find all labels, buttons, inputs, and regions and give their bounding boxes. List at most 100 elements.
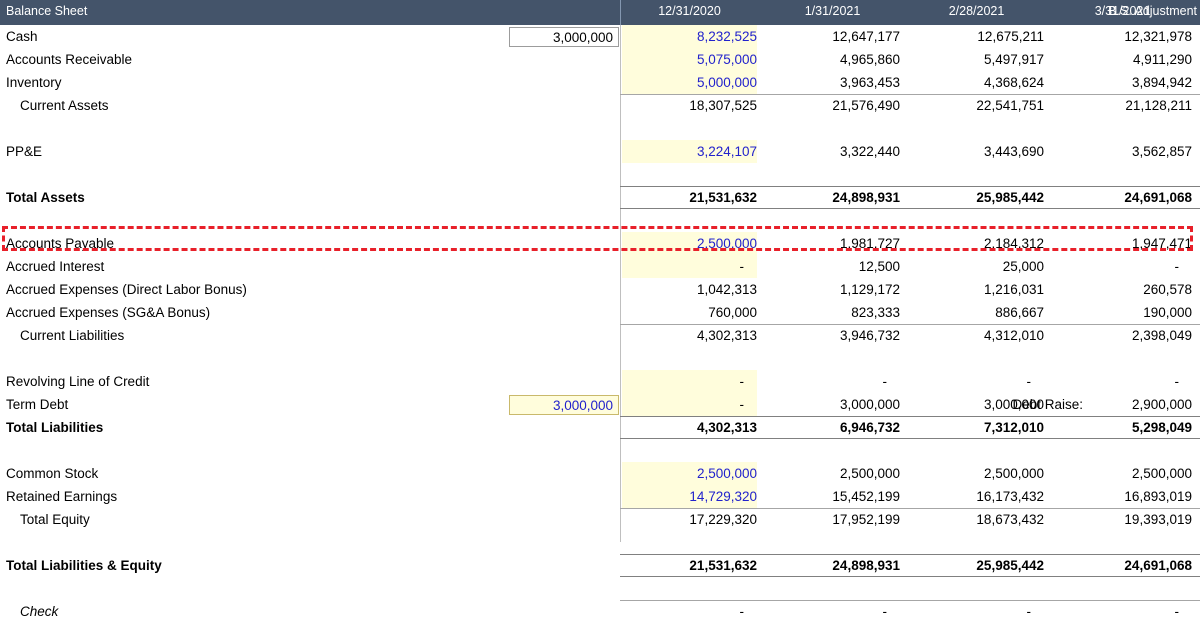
debt-raise-input[interactable]: 3,000,000: [509, 395, 619, 415]
cell-value[interactable]: 18,307,525: [689, 98, 757, 113]
cell-value[interactable]: -: [1175, 259, 1180, 274]
cell-value[interactable]: 21,531,632: [689, 558, 757, 573]
cell-value[interactable]: 260,578: [1143, 282, 1192, 297]
table-row: Inventory 5,000,000 3,963,453 4,368,624 3,89…: [0, 71, 1200, 94]
cell-value[interactable]: 4,302,313: [697, 420, 757, 435]
cell-value[interactable]: 5,497,917: [984, 52, 1044, 67]
row-label: PP&E: [6, 144, 42, 159]
cell-value[interactable]: 12,675,211: [977, 29, 1044, 44]
row-label: Inventory: [6, 75, 62, 90]
cell-value[interactable]: 19,393,019: [1124, 512, 1192, 527]
cell-value[interactable]: 2,500,000: [697, 236, 757, 251]
cell-value[interactable]: 25,985,442: [976, 190, 1044, 205]
cell-value[interactable]: 2,900,000: [1132, 397, 1192, 412]
table-row: Total Assets 21,531,632 24,898,931 25,985,4…: [0, 186, 1200, 209]
cell-value[interactable]: 21,128,211: [1125, 98, 1192, 113]
cell-value[interactable]: 886,667: [995, 305, 1044, 320]
row-label: Current Assets: [20, 98, 109, 113]
cell-value[interactable]: 18,673,432: [976, 512, 1044, 527]
cell-value[interactable]: 190,000: [1143, 305, 1192, 320]
cell-value[interactable]: -: [740, 397, 745, 412]
row-label: Accounts Payable: [6, 236, 114, 251]
cell-value[interactable]: 760,000: [708, 305, 757, 320]
cell-value[interactable]: 3,562,857: [1132, 144, 1192, 159]
cell-value[interactable]: 5,000,000: [697, 75, 757, 90]
cell-value[interactable]: 4,302,313: [697, 328, 757, 343]
cell-value[interactable]: 4,312,010: [984, 328, 1044, 343]
cell-value[interactable]: 1,042,313: [697, 282, 757, 297]
cell-value[interactable]: 3,000,000: [840, 397, 900, 412]
row-label: Accrued Interest: [6, 259, 104, 274]
cell-value[interactable]: 22,541,751: [976, 98, 1044, 113]
cell-value[interactable]: 1,216,031: [984, 282, 1044, 297]
cell-value[interactable]: 2,184,312: [984, 236, 1044, 251]
cell-value[interactable]: 3,946,732: [840, 328, 900, 343]
cell-value[interactable]: 3,443,690: [984, 144, 1044, 159]
cell-value[interactable]: -: [1175, 604, 1180, 619]
cell-value[interactable]: 4,911,290: [1133, 52, 1192, 67]
cell-value[interactable]: 17,952,199: [832, 512, 900, 527]
row-top-border: [620, 600, 1200, 601]
cell-value[interactable]: 3,224,107: [697, 144, 757, 159]
cell-value[interactable]: 2,500,000: [697, 466, 757, 481]
cell-value[interactable]: 7,312,010: [984, 420, 1044, 435]
cell-value[interactable]: 24,898,931: [832, 558, 900, 573]
cell-value[interactable]: 5,298,049: [1132, 420, 1192, 435]
table-row: Accounts Receivable5,075,0004,965,8605,4…: [0, 48, 1200, 71]
cell-value[interactable]: 16,893,019: [1124, 489, 1192, 504]
cell-value[interactable]: 1,947,471: [1132, 236, 1192, 251]
row-top-border: [620, 186, 1200, 187]
cell-value[interactable]: -: [740, 259, 745, 274]
cell-value[interactable]: 2,398,049: [1132, 328, 1192, 343]
cell-value[interactable]: 21,531,632: [689, 190, 757, 205]
cell-value[interactable]: -: [1027, 374, 1032, 389]
cash-adjustment-input[interactable]: 3,000,000: [509, 27, 619, 47]
cell-value[interactable]: 24,691,068: [1124, 558, 1192, 573]
header-divider: [620, 0, 621, 25]
cell-value[interactable]: 8,232,525: [697, 29, 757, 44]
spacer-row: [0, 439, 1200, 462]
cell-value[interactable]: 17,229,320: [689, 512, 757, 527]
cell-value[interactable]: 823,333: [851, 305, 900, 320]
row-top-border: [620, 508, 1200, 509]
cell-value[interactable]: 2,500,000: [840, 466, 900, 481]
cell-value[interactable]: -: [1027, 604, 1032, 619]
cell-value[interactable]: 21,576,490: [832, 98, 900, 113]
cell-value[interactable]: 3,000,000: [984, 397, 1044, 412]
cell-value[interactable]: 25,985,442: [976, 558, 1044, 573]
cell-value[interactable]: 5,075,000: [697, 52, 757, 67]
cell-value[interactable]: 15,452,199: [832, 489, 900, 504]
cell-value[interactable]: -: [740, 374, 745, 389]
cell-value[interactable]: 12,647,177: [832, 29, 900, 44]
cell-value[interactable]: 3,322,440: [840, 144, 900, 159]
cell-value[interactable]: 4,368,624: [984, 75, 1044, 90]
row-label: Total Liabilities & Equity: [6, 558, 162, 573]
cell-value[interactable]: 14,729,320: [689, 489, 757, 504]
cell-value[interactable]: -: [740, 604, 745, 619]
input-cell-highlight: [622, 255, 757, 278]
cell-value[interactable]: 12,321,978: [1124, 29, 1192, 44]
cell-value[interactable]: 2,500,000: [984, 466, 1044, 481]
cell-value[interactable]: 24,898,931: [832, 190, 900, 205]
table-row: Accounts Payable 2,500,000 1,981,727 2,184,…: [0, 232, 1200, 255]
cell-value[interactable]: 3,963,453: [840, 75, 900, 90]
row-label: Total Assets: [6, 190, 85, 205]
cell-value[interactable]: 24,691,068: [1124, 190, 1192, 205]
cell-value[interactable]: 4,965,860: [840, 52, 900, 67]
cell-value[interactable]: 3,894,942: [1132, 75, 1192, 90]
sheet-header-row: Balance Sheet B.S. Adjustment 12/31/2020…: [0, 0, 1200, 25]
cell-value[interactable]: -: [1175, 374, 1180, 389]
row-top-border: [620, 416, 1200, 417]
cell-value[interactable]: 12,500: [859, 259, 900, 274]
cell-value[interactable]: -: [883, 604, 888, 619]
cell-value[interactable]: 1,981,727: [840, 236, 900, 251]
cell-value[interactable]: 16,173,432: [976, 489, 1044, 504]
table-row: Cash3,000,0008,232,52512,647,17712,675,2…: [0, 25, 1200, 48]
cell-value[interactable]: 6,946,732: [840, 420, 900, 435]
cell-value[interactable]: 1,129,172: [840, 282, 900, 297]
cell-value[interactable]: 2,500,000: [1132, 466, 1192, 481]
cell-value[interactable]: -: [883, 374, 888, 389]
cell-value[interactable]: 25,000: [1003, 259, 1044, 274]
row-label: Accrued Expenses (SG&A Bonus): [6, 305, 210, 320]
table-row: Total Liabilities4,302,3136,946,7327,312…: [0, 416, 1200, 439]
